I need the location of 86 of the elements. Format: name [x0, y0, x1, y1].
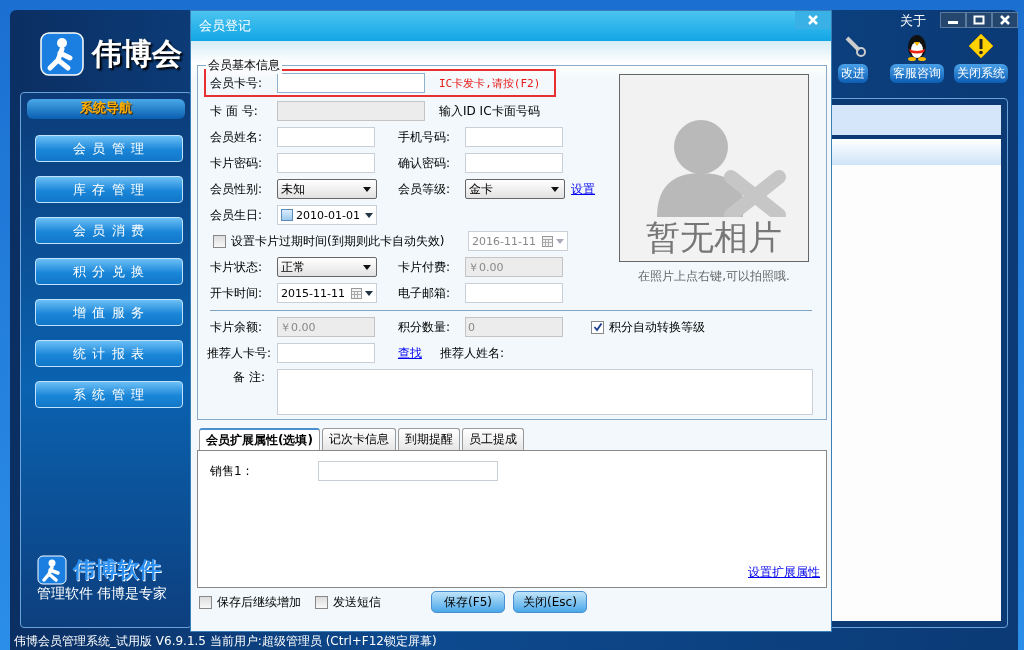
- input-field[interactable]: [277, 153, 375, 173]
- checkmark-icon: [592, 322, 603, 332]
- find-link[interactable]: 查找: [398, 344, 440, 362]
- maximize-button[interactable]: [966, 12, 992, 28]
- field-label: 会员性别:: [210, 180, 264, 198]
- field-label: 卡片密码:: [210, 154, 264, 172]
- field-label: 电子邮箱:: [398, 284, 452, 302]
- app-title: 伟博会: [92, 34, 182, 73]
- tab[interactable]: 员工提成: [461, 428, 524, 450]
- field-label: 会员卡号:: [210, 74, 264, 92]
- input-field[interactable]: [277, 343, 375, 363]
- brand-name: 伟博软件: [73, 556, 161, 584]
- toolbar-button[interactable]: 改进: [838, 64, 868, 83]
- close-icon: [807, 15, 819, 25]
- caret-icon: [365, 212, 373, 218]
- field-label: 开卡时间:: [210, 284, 264, 302]
- tab[interactable]: 会员扩展属性(选填): [199, 428, 320, 450]
- checkbox[interactable]: [591, 320, 604, 334]
- toolbar-button[interactable]: 关闭系统: [954, 64, 1008, 83]
- maximize-icon: [973, 15, 985, 25]
- settings-link[interactable]: 设置: [571, 180, 595, 198]
- group-title: 会员基本信息: [206, 57, 282, 74]
- caret-icon: [365, 290, 373, 296]
- caret-icon: [556, 238, 564, 244]
- field-label: 推荐人姓名:: [440, 344, 505, 362]
- close-icon: [999, 15, 1011, 25]
- field-label: 备 注:: [232, 369, 266, 386]
- slogan: 管理软件 伟博是专家: [37, 585, 168, 603]
- field-label: 卡片余额:: [210, 318, 264, 336]
- dropdown[interactable]: 正常: [277, 257, 377, 277]
- nav-button[interactable]: 积 分 兑 换: [35, 258, 183, 285]
- field-label: 会员姓名:: [210, 128, 264, 146]
- input-field[interactable]: [465, 153, 563, 173]
- navigation-header: 系统导航: [27, 99, 185, 119]
- checkbox-label: 保存后继续增加: [217, 593, 301, 611]
- tab[interactable]: 到期提醒: [397, 428, 460, 450]
- minimize-button[interactable]: [940, 12, 966, 28]
- field-label: 会员生日:: [210, 206, 264, 224]
- notes-field[interactable]: [277, 369, 813, 415]
- close-button[interactable]: 关闭(Esc): [513, 591, 587, 613]
- input-field[interactable]: [277, 127, 375, 147]
- dialog-title: 会员登记: [199, 17, 251, 35]
- field-label: 卡 面 号:: [210, 102, 259, 120]
- toolbar-button[interactable]: 客服咨询: [890, 64, 944, 83]
- caret-icon: [363, 186, 371, 192]
- field-label: 销售1 :: [210, 462, 251, 480]
- nav-button[interactable]: 增 值 服 务: [35, 299, 183, 326]
- nav-button[interactable]: 会 员 消 费: [35, 217, 183, 244]
- checkbox[interactable]: [213, 234, 226, 248]
- about-link[interactable]: 关于: [900, 10, 926, 30]
- calendar-icon: [351, 287, 362, 299]
- settings-link[interactable]: 设置扩展属性: [748, 564, 820, 581]
- hint-text: IC卡发卡,请按(F2): [439, 75, 541, 91]
- input-field[interactable]: [465, 283, 563, 303]
- dropdown[interactable]: 未知: [277, 179, 377, 199]
- nav-button[interactable]: 统 计 报 表: [35, 340, 183, 367]
- save-button[interactable]: 保存(F5): [431, 591, 505, 613]
- runner-logo-icon: [37, 555, 67, 585]
- checkbox-label: 积分自动转换等级: [609, 318, 705, 336]
- checkbox[interactable]: [199, 595, 212, 609]
- input-field[interactable]: [277, 73, 425, 93]
- photo-caption: 暂无相片: [646, 217, 782, 257]
- checkbox[interactable]: [315, 595, 328, 609]
- runner-logo-icon: [40, 32, 84, 76]
- hint-text: 输入ID IC卡面号码: [439, 102, 540, 120]
- field-label: 确认密码:: [398, 154, 452, 172]
- caret-icon: [363, 264, 371, 270]
- input-field[interactable]: [465, 127, 563, 147]
- field-label: 卡片付费:: [398, 258, 452, 276]
- checkbox-label: 发送短信: [333, 593, 381, 611]
- field-label: 推荐人卡号:: [207, 344, 273, 362]
- dropdown[interactable]: 金卡: [465, 179, 565, 199]
- field-label: 卡片状态:: [210, 258, 264, 276]
- close-button[interactable]: [992, 12, 1018, 28]
- photo-hint: 在照片上点右键,可以拍照哦.: [638, 268, 790, 285]
- calendar-icon: [542, 235, 553, 247]
- caret-icon: [551, 186, 559, 192]
- date-picker[interactable]: 2010-01-01: [277, 205, 377, 225]
- status-text: 伟博会员管理系统_试用版 V6.9.1.5 当前用户:超级管理员 (Ctrl+F12锁定屏幕): [13, 633, 438, 650]
- input-field[interactable]: [318, 461, 498, 481]
- checkbox-label: 设置卡片过期时间(到期则此卡自动失效): [231, 232, 445, 250]
- field-label: 会员等级:: [398, 180, 452, 198]
- tab[interactable]: 记次卡信息: [321, 428, 396, 450]
- field-label: 积分数量:: [398, 318, 452, 336]
- date-picker[interactable]: 2015-11-11: [277, 283, 377, 303]
- field-label: 手机号码:: [398, 128, 452, 146]
